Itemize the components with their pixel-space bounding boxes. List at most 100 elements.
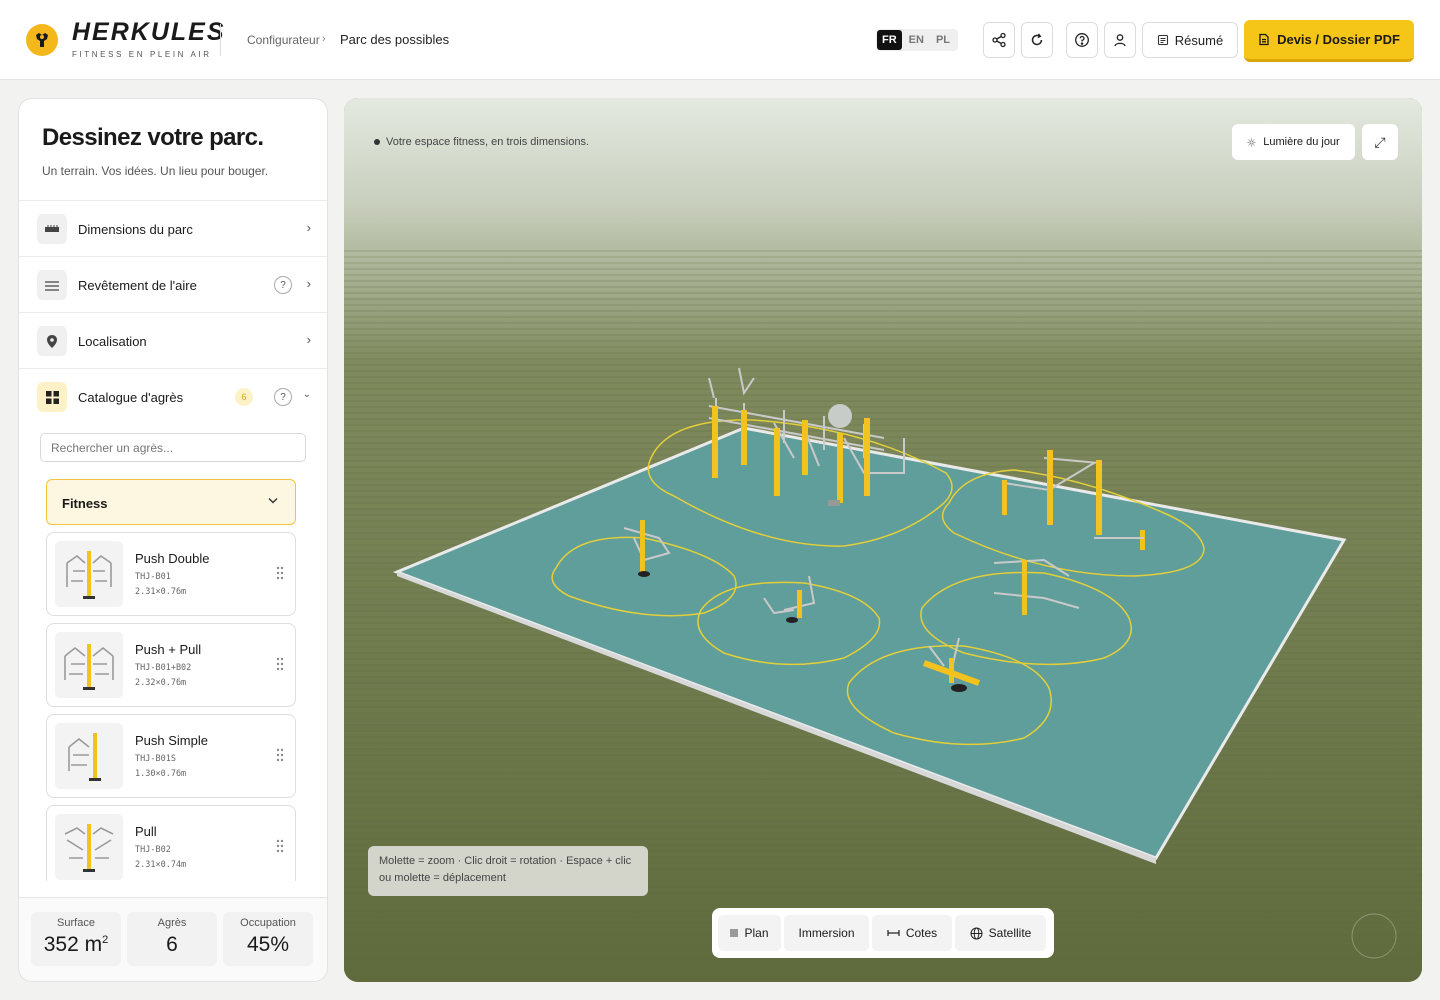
3d-viewport[interactable]: Votre espace fitness, en trois dimension… <box>344 98 1422 982</box>
stat-equipment-label: Agrès <box>157 917 187 929</box>
viewport-caption: Votre espace fitness, en trois dimension… <box>374 136 589 148</box>
brand-name[interactable]: HERKULES <box>72 20 226 45</box>
lang-fr[interactable]: FR <box>877 30 902 50</box>
view-mode-dimensions[interactable]: Cotes <box>872 915 952 951</box>
top-header: HERKULES FITNESS EN PLEIN AIR Configurat… <box>0 0 1440 80</box>
equipment-card[interactable]: Pull THJ-B02 2.31×0.74m <box>46 805 296 881</box>
sidebar-subtitle: Un terrain. Vos idées. Un lieu pour boug… <box>42 164 269 178</box>
equipment-card[interactable]: Push Simple THJ-B01S 1.30×0.76m <box>46 714 296 798</box>
section-catalogue[interactable]: Catalogue d'agrès 6 ? ⌄ <box>19 368 327 424</box>
equipment-list[interactable]: Push Double THJ-B01 2.31×0.76m Push + Pu… <box>19 529 327 881</box>
chevron-down-icon <box>268 498 278 504</box>
section-surface-label: Revêtement de l'aire <box>78 278 197 293</box>
equipment-count-badge: 6 <box>235 388 253 406</box>
stat-surface: Surface 352 m2 <box>31 912 121 966</box>
file-pdf-icon <box>1259 33 1269 46</box>
section-location[interactable]: Localisation › <box>19 312 327 368</box>
equipment-dimensions: 2.32×0.76m <box>135 678 187 688</box>
ruler-icon <box>37 214 67 244</box>
section-location-label: Localisation <box>78 334 147 349</box>
view-mode-immersion[interactable]: Immersion <box>784 915 869 951</box>
equipment-thumbnail <box>55 632 123 698</box>
brand-logo-icon[interactable] <box>26 24 58 56</box>
category-select-value: Fitness <box>62 496 108 511</box>
stat-surface-label: Surface <box>57 917 95 929</box>
expand-icon: ⤢ <box>1374 133 1386 150</box>
chevron-right-icon: › <box>306 332 311 347</box>
square-icon <box>730 929 739 937</box>
language-switcher: FR EN PL <box>876 29 959 51</box>
equipment-reference: THJ-B02 <box>135 845 171 855</box>
viewport-caption-text: Votre espace fitness, en trois dimension… <box>386 136 589 148</box>
help-circle-icon[interactable]: ? <box>274 276 292 294</box>
fullscreen-button[interactable]: ⤢ <box>1362 124 1398 160</box>
equipment-name: Push Simple <box>135 733 208 748</box>
equipment-name: Push + Pull <box>135 642 202 657</box>
chevron-right-icon: › <box>306 220 311 235</box>
location-pin-icon <box>37 326 67 356</box>
equipment-name: Push Double <box>135 551 210 566</box>
drag-handle-icon[interactable] <box>276 566 284 580</box>
equipment-card[interactable]: Push + Pull THJ-B01+B02 2.32×0.76m <box>46 623 296 707</box>
layers-icon <box>37 270 67 300</box>
category-select[interactable]: Fitness <box>46 479 296 525</box>
help-button[interactable] <box>1066 22 1098 58</box>
breadcrumb-parent[interactable]: Configurateur <box>247 33 320 47</box>
user-icon <box>1114 34 1126 47</box>
lang-en[interactable]: EN <box>904 30 929 50</box>
account-button[interactable] <box>1104 22 1136 58</box>
section-dimensions[interactable]: Dimensions du parc › <box>19 200 327 256</box>
stat-occupancy-value: 45% <box>246 933 290 956</box>
section-surface[interactable]: Revêtement de l'aire ? › <box>19 256 327 312</box>
summary-button-label: Résumé <box>1174 32 1224 48</box>
share-icon <box>992 32 1006 48</box>
breadcrumb-current: Parc des possibles <box>340 32 450 47</box>
configurator-sidebar: Dessinez votre parc. Un terrain. Vos idé… <box>18 98 328 982</box>
pdf-quote-button-label: Devis / Dossier PDF <box>1277 32 1400 47</box>
sun-icon <box>1247 137 1256 147</box>
reset-button[interactable] <box>1021 22 1053 58</box>
brand-tagline: FITNESS EN PLEIN AIR <box>72 50 212 59</box>
stat-occupancy: Occupation 45% <box>223 912 313 966</box>
equipment-dimensions: 2.31×0.74m <box>135 860 187 870</box>
equipment-search-input[interactable] <box>40 433 306 462</box>
bullet-dot-icon <box>374 139 380 145</box>
equipment-card[interactable]: Push Double THJ-B01 2.31×0.76m <box>46 532 296 616</box>
daylight-toggle-button[interactable]: Lumière du jour <box>1232 124 1355 160</box>
sidebar-title: Dessinez votre parc. <box>42 124 264 151</box>
equipment-thumbnail <box>55 541 123 607</box>
help-circle-icon[interactable]: ? <box>274 388 292 406</box>
view-mode-bar: Plan Immersion Cotes Satellite <box>712 908 1054 958</box>
chevron-right-icon: › <box>306 276 311 291</box>
park-stats: Surface 352 m2 Agrès 6 Occupation 45% <box>19 897 327 981</box>
share-button[interactable] <box>983 22 1015 58</box>
equipment-dimensions: 2.31×0.76m <box>135 587 187 597</box>
equipment-thumbnail <box>55 814 123 880</box>
view-mode-satellite[interactable]: Satellite <box>955 915 1046 951</box>
drag-handle-icon[interactable] <box>276 657 284 671</box>
section-dimensions-label: Dimensions du parc <box>78 222 193 237</box>
drag-handle-icon[interactable] <box>276 748 284 762</box>
header-divider <box>220 24 221 56</box>
breadcrumb-chevron-icon: › <box>322 33 326 45</box>
navigation-hint: Molette = zoom · Clic droit = rotation ·… <box>368 846 648 896</box>
stat-equipment-value: 6 <box>166 933 178 956</box>
equipment-reference: THJ-B01 <box>135 572 171 582</box>
globe-icon <box>970 927 983 939</box>
grid-icon <box>37 382 67 412</box>
equipment-reference: THJ-B01+B02 <box>135 663 192 673</box>
pdf-quote-button[interactable]: Devis / Dossier PDF <box>1244 20 1414 62</box>
drag-handle-icon[interactable] <box>276 839 284 853</box>
help-icon <box>1075 33 1089 47</box>
section-catalogue-label: Catalogue d'agrès <box>78 390 184 405</box>
stat-occupancy-label: Occupation <box>240 917 296 929</box>
equipment-dimensions: 1.30×0.76m <box>135 769 187 779</box>
daylight-label: Lumière du jour <box>1263 136 1340 148</box>
summary-button[interactable]: Résumé <box>1142 22 1238 58</box>
view-mode-plan[interactable]: Plan <box>718 915 781 951</box>
equipment-thumbnail <box>55 723 123 789</box>
lang-pl[interactable]: PL <box>931 30 955 50</box>
document-icon <box>1157 34 1168 46</box>
stat-surface-value: 352 m2 <box>43 933 109 956</box>
refresh-icon <box>1031 33 1043 46</box>
